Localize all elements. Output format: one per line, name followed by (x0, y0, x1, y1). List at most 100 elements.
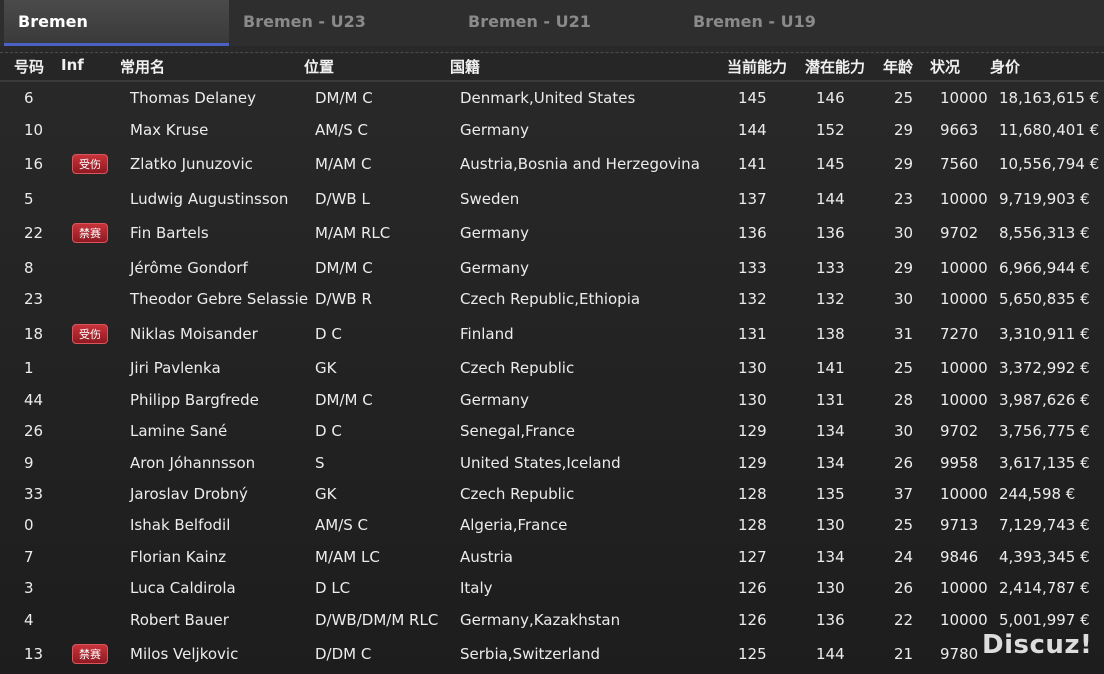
player-potential-ability: 134 (816, 422, 845, 440)
player-condition: 10000 (940, 579, 988, 597)
table-row[interactable]: 13 Milos Veljkovic D/DM C Serbia,Switzerlan… (0, 639, 1104, 669)
player-potential-ability: 135 (816, 485, 845, 503)
player-condition: 10000 (940, 485, 988, 503)
tab-bremen[interactable]: Bremen (4, 0, 229, 46)
player-age: 23 (894, 190, 914, 208)
player-condition: 7560 (940, 155, 979, 173)
player-age: 28 (894, 391, 914, 409)
player-potential-ability: 141 (816, 359, 845, 377)
player-position: M/AM LC (315, 548, 380, 566)
player-potential-ability: 144 (816, 190, 845, 208)
player-name: Max Kruse (130, 121, 209, 139)
player-position: D/WB L (315, 190, 370, 208)
header-condition[interactable]: 状况 (930, 56, 960, 77)
player-potential-ability: 134 (816, 548, 845, 566)
player-position: D LC (315, 579, 351, 597)
player-nationality: Czech Republic (460, 359, 575, 377)
table-row[interactable]: 7 Florian Kainz M/AM LC Austria 127 134 24 9846… (0, 542, 1104, 572)
tab-bremen-u19[interactable]: Bremen - U19 (679, 0, 904, 44)
table-header: 号码 Inf 常用名 位置 国籍 当前能力 潜在能力 年龄 状况 身价 (0, 54, 1104, 82)
player-age: 24 (894, 548, 914, 566)
table-row[interactable]: 5 Ludwig Augustinsson D/WB L Sweden 137 144 23… (0, 184, 1104, 214)
player-potential-ability: 130 (816, 516, 845, 534)
table-row[interactable]: 0 Ishak Belfodil AM/S C Algeria,France 128 13… (0, 510, 1104, 540)
status-badge[interactable]: 禁赛 (72, 644, 108, 664)
status-badge[interactable]: 受伤 (72, 324, 108, 344)
player-current-ability: 141 (738, 155, 767, 173)
player-age: 22 (894, 611, 914, 629)
player-number: 16 (24, 155, 44, 173)
player-condition: 10000 (940, 290, 988, 308)
player-current-ability: 144 (738, 121, 767, 139)
player-condition: 9713 (940, 516, 979, 534)
player-position: D/WB/DM/M RLC (315, 611, 439, 629)
header-name[interactable]: 常用名 (120, 56, 165, 77)
player-age: 31 (894, 325, 914, 343)
player-age: 29 (894, 155, 914, 173)
player-age: 21 (894, 645, 914, 663)
header-position[interactable]: 位置 (304, 56, 334, 77)
player-nationality: Algeria,France (460, 516, 568, 534)
player-name: Ishak Belfodil (130, 516, 231, 534)
player-name: Luca Caldirola (130, 579, 236, 597)
player-name: Philipp Bargfrede (130, 391, 259, 409)
player-position: M/AM C (315, 155, 372, 173)
player-current-ability: 132 (738, 290, 767, 308)
player-condition: 9702 (940, 422, 979, 440)
table-row[interactable]: 1 Jiri Pavlenka GK Czech Republic 130 141 25 10… (0, 353, 1104, 383)
header-age[interactable]: 年龄 (883, 56, 913, 77)
table-row[interactable]: 26 Lamine Sané D C Senegal,France 129 134 30 97… (0, 416, 1104, 446)
tab-bremen-u21[interactable]: Bremen - U21 (454, 0, 679, 44)
table-row[interactable]: 10 Max Kruse AM/S C Germany 144 152 29 9663 11,6… (0, 115, 1104, 145)
table-row[interactable]: 33 Jaroslav Drobný GK Czech Republic 128 135 3… (0, 479, 1104, 509)
table-row[interactable]: 16 Zlatko Junuzovic M/AM C Austria,Bosnia a… (0, 149, 1104, 179)
tab-bremen-u23[interactable]: Bremen - U23 (229, 0, 454, 44)
player-value: 5,001,997 € (999, 611, 1090, 629)
player-current-ability: 126 (738, 611, 767, 629)
player-condition: 9846 (940, 548, 979, 566)
player-number: 22 (24, 224, 44, 242)
squad-window: Bremen Bremen - U23 Bremen - U21 Bremen … (0, 0, 1104, 674)
table-row[interactable]: 18 Niklas Moisander D C Finland 131 138 31 7270… (0, 319, 1104, 349)
player-name: Theodor Gebre Selassie (130, 290, 309, 308)
player-value: 3,987,626 € (999, 391, 1090, 409)
header-inf[interactable]: Inf (61, 56, 84, 74)
header-number[interactable]: 号码 (14, 56, 44, 77)
player-value: 4,393,345 € (999, 548, 1090, 566)
player-current-ability: 130 (738, 391, 767, 409)
table-row[interactable]: 9 Aron Jóhannsson S United States,Iceland 12… (0, 448, 1104, 478)
player-nationality: Germany,Kazakhstan (460, 611, 621, 629)
player-age: 29 (894, 259, 914, 277)
table-row[interactable]: 23 Theodor Gebre Selassie D/WB R Czech Repu… (0, 284, 1104, 314)
player-position: DM/M C (315, 391, 373, 409)
player-value: 5,650,835 € (999, 290, 1090, 308)
header-potential-ability[interactable]: 潜在能力 (805, 56, 865, 77)
header-current-ability[interactable]: 当前能力 (727, 56, 787, 77)
header-nationality[interactable]: 国籍 (450, 56, 480, 77)
player-condition: 9780 (940, 645, 979, 663)
player-nationality: Austria (460, 548, 513, 566)
player-potential-ability: 133 (816, 259, 845, 277)
player-condition: 10000 (940, 611, 988, 629)
player-number: 9 (24, 454, 34, 472)
player-nationality: Germany (460, 121, 529, 139)
table-row[interactable]: 3 Luca Caldirola D LC Italy 126 130 26 10000 2,4… (0, 573, 1104, 603)
player-position: D C (315, 325, 342, 343)
player-potential-ability: 152 (816, 121, 845, 139)
player-current-ability: 127 (738, 548, 767, 566)
status-badge[interactable]: 禁赛 (72, 223, 108, 243)
table-row[interactable]: 8 Jérôme Gondorf DM/M C Germany 133 133 29 1000… (0, 253, 1104, 283)
player-age: 30 (894, 224, 914, 242)
player-number: 1 (24, 359, 34, 377)
player-potential-ability: 136 (816, 611, 845, 629)
table-row[interactable]: 6 Thomas Delaney DM/M C Denmark,United Stat… (0, 83, 1104, 113)
player-value: 2,414,787 € (999, 579, 1090, 597)
status-badge[interactable]: 受伤 (72, 154, 108, 174)
table-row[interactable]: 4 Robert Bauer D/WB/DM/M RLC Germany,Kazakh… (0, 605, 1104, 635)
table-row[interactable]: 22 Fin Bartels M/AM RLC Germany 136 136 30 9702… (0, 218, 1104, 248)
header-value[interactable]: 身价 (990, 56, 1020, 77)
table-row[interactable]: 44 Philipp Bargfrede DM/M C Germany 130 131 28… (0, 385, 1104, 415)
player-value: 3,617,135 € (999, 454, 1090, 472)
player-potential-ability: 136 (816, 224, 845, 242)
player-number: 6 (24, 89, 34, 107)
